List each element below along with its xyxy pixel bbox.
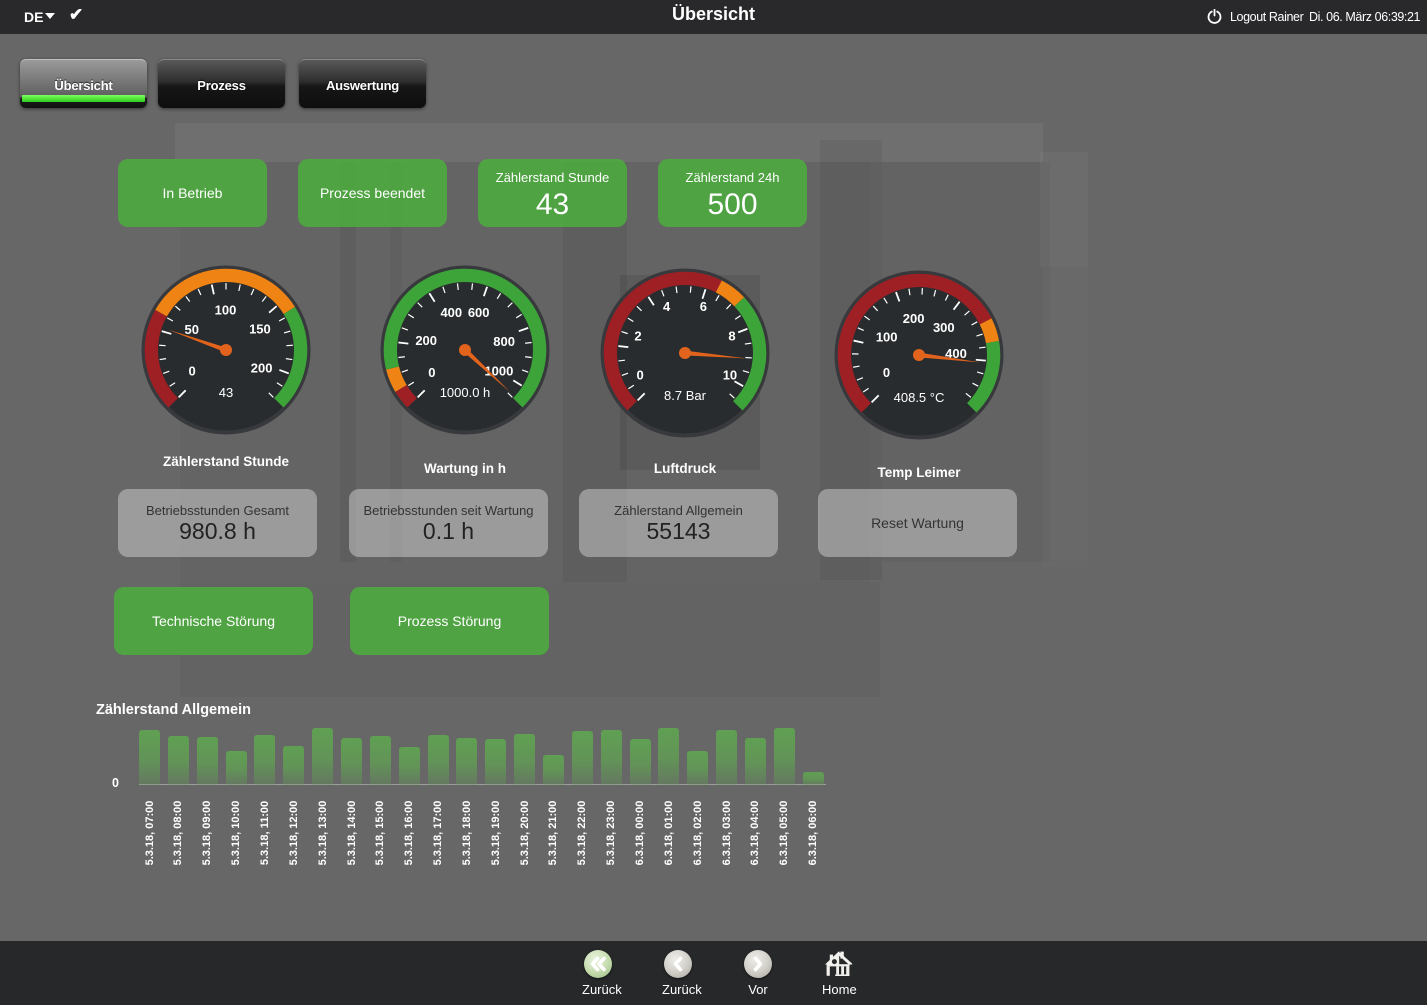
svg-text:1000.0 h: 1000.0 h <box>440 385 491 400</box>
svg-text:800: 800 <box>493 334 515 349</box>
svg-text:4: 4 <box>663 299 671 314</box>
svg-text:10: 10 <box>723 367 737 382</box>
svg-text:50: 50 <box>184 322 198 337</box>
svg-text:150: 150 <box>249 321 271 336</box>
svg-text:200: 200 <box>251 361 273 376</box>
svg-text:0: 0 <box>883 365 890 380</box>
svg-text:6: 6 <box>700 299 707 314</box>
svg-text:600: 600 <box>468 305 490 320</box>
svg-text:8.7 Bar: 8.7 Bar <box>664 388 707 403</box>
svg-text:8: 8 <box>728 328 735 343</box>
svg-text:300: 300 <box>933 320 955 335</box>
svg-text:43: 43 <box>219 385 233 400</box>
svg-text:408.5 °C: 408.5 °C <box>894 390 945 405</box>
svg-text:0: 0 <box>188 364 195 379</box>
svg-text:100: 100 <box>876 330 898 345</box>
svg-text:0: 0 <box>636 367 643 382</box>
svg-text:400: 400 <box>440 305 462 320</box>
svg-text:2: 2 <box>634 328 641 343</box>
svg-text:200: 200 <box>903 311 925 326</box>
svg-text:0: 0 <box>428 365 435 380</box>
svg-text:100: 100 <box>215 303 237 318</box>
svg-text:200: 200 <box>415 333 437 348</box>
